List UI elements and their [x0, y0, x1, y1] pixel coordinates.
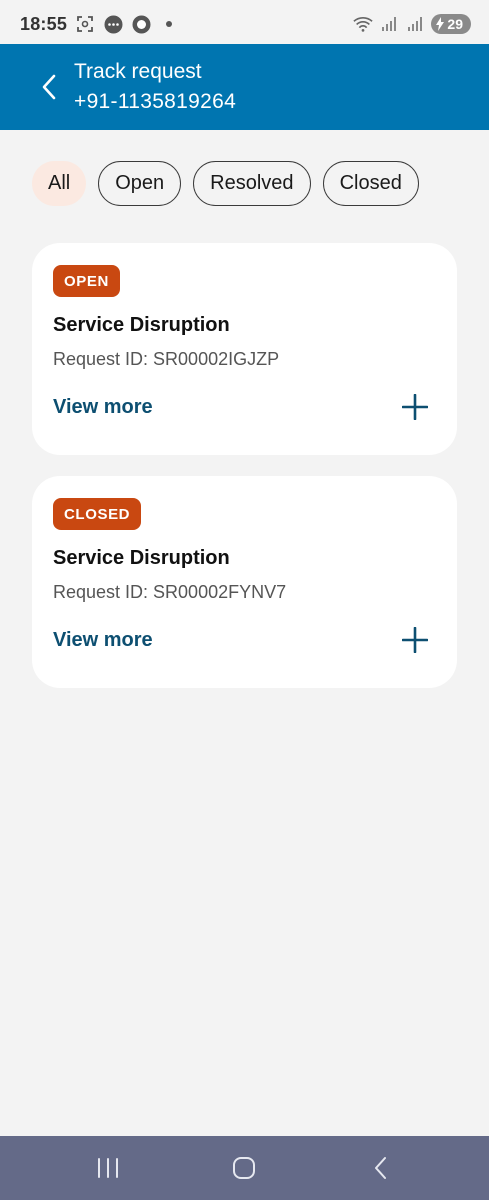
home-icon	[233, 1157, 256, 1179]
expand-plus-icon[interactable]	[401, 626, 429, 654]
signal-icon	[379, 14, 399, 34]
request-card: CLOSED Service Disruption Request ID: SR…	[32, 476, 457, 688]
page-title: Track request	[74, 60, 202, 83]
status-bar: 18:55 29	[0, 0, 489, 48]
phone-number: +91-1135819264	[74, 90, 237, 113]
expand-plus-icon[interactable]	[401, 393, 429, 421]
screenshot-icon	[75, 14, 95, 34]
filter-chip-open[interactable]: Open	[98, 161, 182, 206]
signal-icon	[405, 14, 425, 34]
request-id: Request ID: SR00002FYNV7	[53, 582, 287, 602]
wifi-icon	[353, 14, 374, 34]
back-nav-button[interactable]	[351, 1143, 411, 1193]
request-title: Service Disruption	[53, 547, 230, 569]
view-more-link[interactable]: View more	[53, 396, 153, 419]
filter-chip-closed[interactable]: Closed	[322, 161, 419, 206]
status-time: 18:55	[20, 13, 68, 34]
chevron-left-icon	[42, 74, 56, 100]
filter-chips: All Open Resolved Closed	[32, 161, 419, 206]
request-title: Service Disruption	[53, 314, 230, 336]
app-header: Track request +91-1135819264	[0, 44, 489, 130]
chat-icon	[103, 14, 123, 34]
request-id: Request ID: SR00002IGJZP	[53, 349, 280, 369]
header-text: Track request +91-1135819264	[74, 60, 236, 114]
record-icon	[131, 14, 151, 34]
battery-charging-icon	[436, 17, 445, 31]
request-card: OPEN Service Disruption Request ID: SR00…	[32, 243, 457, 455]
status-badge: OPEN	[53, 265, 120, 297]
view-more-link[interactable]: View more	[53, 629, 153, 652]
card-footer: View more	[53, 393, 429, 421]
filter-chip-all[interactable]: All	[32, 161, 87, 206]
back-button[interactable]	[34, 67, 64, 107]
card-footer: View more	[53, 626, 429, 654]
status-badge: CLOSED	[53, 498, 142, 530]
system-nav-bar	[0, 1136, 489, 1200]
home-button[interactable]	[214, 1143, 274, 1193]
back-icon	[374, 1157, 386, 1179]
filter-chip-resolved[interactable]: Resolved	[193, 161, 311, 206]
battery-indicator: 29	[431, 14, 471, 34]
battery-level: 29	[447, 16, 463, 32]
recent-apps-icon	[98, 1158, 119, 1178]
status-left: 18:55	[20, 14, 179, 35]
dot-icon	[159, 14, 179, 34]
status-right: 29	[353, 14, 471, 34]
recent-apps-button[interactable]	[78, 1143, 138, 1193]
